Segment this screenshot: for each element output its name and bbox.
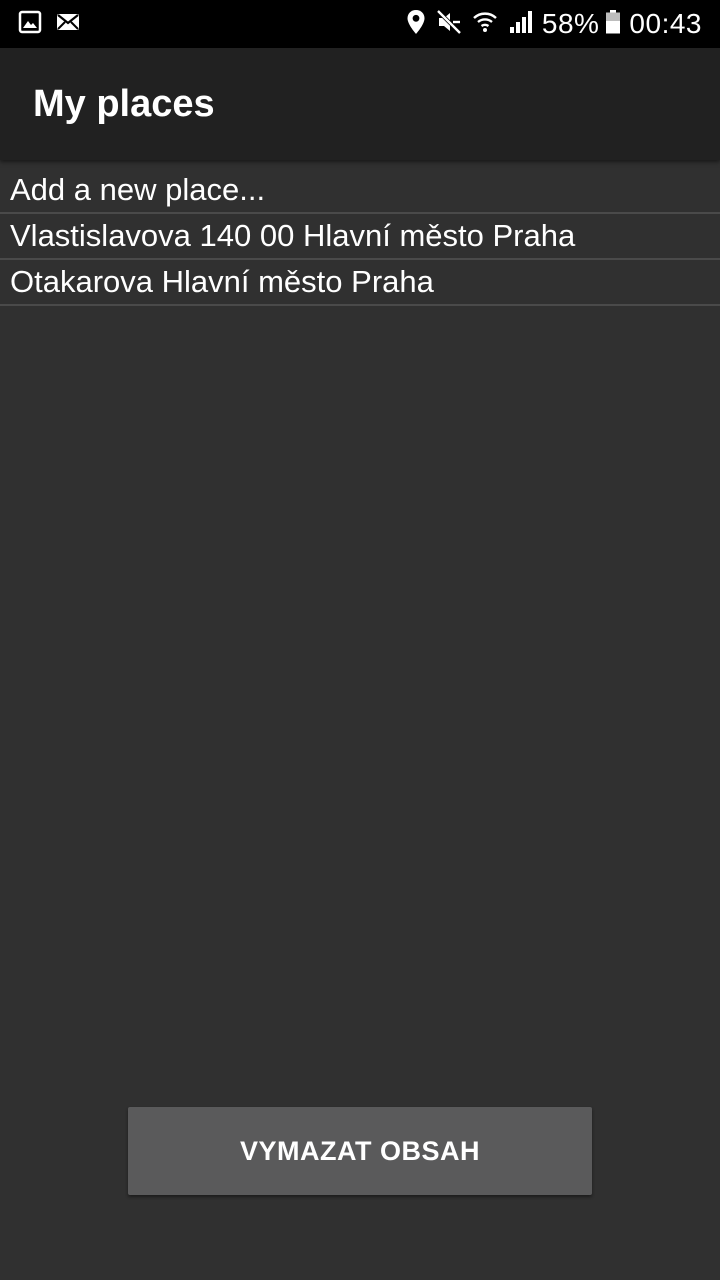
battery-icon [605,9,621,40]
places-list: Add a new place... Vlastislavova 140 00 … [0,168,720,306]
battery-percent: 58% [541,8,600,39]
page-title: My places [33,82,215,125]
status-bar: 58% 00:43 [0,0,720,48]
list-item-place[interactable]: Vlastislavova 140 00 Hlavní město Praha [0,214,720,260]
app-bar: My places [0,48,720,160]
wifi-icon [472,9,498,40]
mute-icon [436,9,462,40]
gallery-icon [18,10,42,39]
list-item-add-place[interactable]: Add a new place... [0,168,720,214]
status-bar-right: 58% 00:43 [396,8,702,40]
clear-content-button[interactable]: VYMAZAT OBSAH [128,1107,592,1195]
clock: 00:43 [629,8,702,39]
status-bar-left [18,10,94,39]
mail-icon [56,12,80,37]
signal-icon [508,9,534,40]
location-icon [406,9,426,40]
list-item-place[interactable]: Otakarova Hlavní město Praha [0,260,720,306]
